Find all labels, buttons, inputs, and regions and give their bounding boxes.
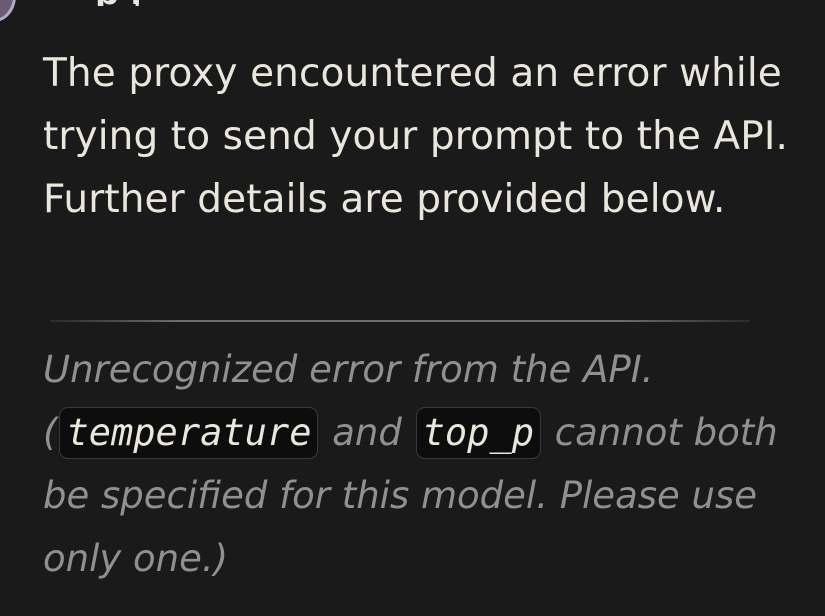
title-fragment: p , <box>95 0 142 6</box>
and-text: and <box>320 411 414 454</box>
code-top-p: top_p <box>415 407 542 459</box>
error-details: Unrecognized error from the API. (temper… <box>43 338 803 590</box>
avatar <box>0 0 16 22</box>
code-temperature: temperature <box>59 407 319 459</box>
divider <box>50 320 750 322</box>
paren-open: ( <box>43 411 58 454</box>
error-lead-text: The proxy encountered an error while try… <box>43 51 789 222</box>
error-summary: Unrecognized error from the API. <box>43 348 654 391</box>
error-message-view: p , The proxy encountered an error while… <box>0 0 825 616</box>
